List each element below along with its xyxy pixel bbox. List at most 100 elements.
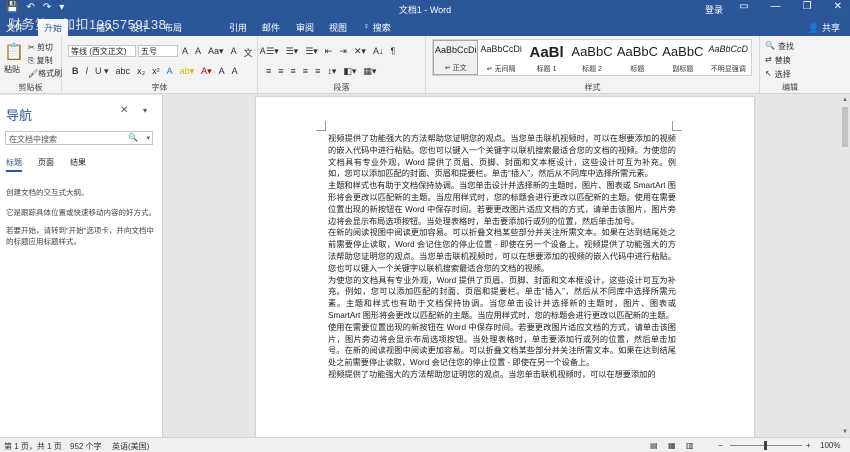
document-paragraph[interactable]: 视频提供了功能强大的方法帮助您证明您的观点。当您单击联机视频时，可以在想要添加的 bbox=[328, 369, 676, 381]
zoom-out-icon[interactable]: − bbox=[718, 441, 723, 450]
tab-8[interactable]: 审阅 bbox=[296, 21, 314, 34]
zoom-level[interactable]: 100% bbox=[820, 441, 840, 450]
nav-search-input[interactable]: 在文档中搜索 🔍 ▾ bbox=[5, 131, 153, 145]
grow-font-icon[interactable]: A bbox=[182, 46, 188, 59]
style-item[interactable]: AaBl 标题 1 bbox=[524, 40, 569, 75]
share-button[interactable]: 👤 共享 bbox=[808, 21, 840, 34]
shading-icon[interactable]: ◧▾ bbox=[343, 66, 356, 77]
style-sample: AaBbC bbox=[571, 44, 613, 59]
chinese-layout-icon[interactable]: ✕▾ bbox=[354, 46, 366, 57]
nav-tab[interactable]: 标题 bbox=[6, 157, 22, 172]
replace-button[interactable]: ⇄ 替换 bbox=[765, 55, 791, 66]
search-icon[interactable]: 🔍 bbox=[128, 133, 138, 142]
subscript-icon[interactable]: x₂ bbox=[137, 66, 145, 77]
scroll-down-icon[interactable]: ▼ bbox=[842, 429, 848, 435]
nav-tab[interactable]: 结果 bbox=[70, 157, 86, 172]
align-left-icon[interactable]: ≡ bbox=[266, 66, 271, 77]
style-item[interactable]: AaBbC 标题 bbox=[615, 40, 660, 75]
paste-button[interactable]: 粘贴 bbox=[4, 64, 20, 75]
line-spacing-icon[interactable]: ↕▾ bbox=[327, 66, 336, 77]
style-item[interactable]: AaBbCcD 不明显强调 bbox=[706, 40, 751, 75]
numbering-icon[interactable]: ☰▾ bbox=[286, 46, 299, 57]
sort-icon[interactable]: A↓ bbox=[373, 46, 384, 57]
enclose-char-icon[interactable]: A bbox=[232, 66, 238, 77]
change-case-icon[interactable]: Aa▾ bbox=[208, 46, 224, 59]
font-name-combo[interactable]: 等线 (西文正文) bbox=[68, 45, 136, 57]
web-layout-icon[interactable]: ▥ bbox=[686, 441, 694, 450]
restore-icon[interactable]: ❐ bbox=[803, 1, 812, 12]
document-paragraph[interactable]: 在新的阅读视图中阅读更加容易。可以折叠文档某些部分并关注所需文本。如果在达到结尾… bbox=[328, 227, 676, 274]
tab-6[interactable]: 引用 bbox=[229, 21, 247, 34]
scroll-thumb[interactable] bbox=[842, 107, 848, 147]
paste-icon[interactable]: 📋 bbox=[4, 42, 24, 62]
status-bar: 第 1 页，共 1 页 952 个字 英语(美国) ▤ ▦ ▥ − + 100% bbox=[0, 437, 850, 452]
navigation-pane: 导航 ▾ ✕ 在文档中搜索 🔍 ▾ 标题 页面 结果 创建文档的交互式大纲。 它是跟踪… bbox=[0, 95, 163, 437]
cut-button[interactable]: ✂ 剪切 bbox=[28, 42, 53, 53]
superscript-icon[interactable]: x² bbox=[152, 66, 160, 77]
document-paragraph[interactable]: 视频提供了功能强大的方法帮助您证明您的观点。当您单击联机视频时，可以在想要添加的… bbox=[328, 133, 676, 180]
nav-tab[interactable]: 页面 bbox=[38, 157, 54, 172]
format-painter-button[interactable]: 🖌格式刷 bbox=[28, 68, 62, 79]
document-paragraph[interactable]: 主题和样式也有助于文档保持协调。当您单击设计并选择新的主题时，图片、图表或 Sm… bbox=[328, 180, 676, 227]
language[interactable]: 英语(美国) bbox=[112, 441, 149, 452]
phonetic-icon[interactable]: 文 bbox=[244, 46, 253, 59]
tab-9[interactable]: 视图 bbox=[329, 21, 347, 34]
borders-icon[interactable]: ▦▾ bbox=[363, 66, 376, 77]
navigation-title: 导航 bbox=[6, 108, 33, 123]
font-color-icon[interactable]: A▾ bbox=[201, 66, 212, 77]
bullets-icon[interactable]: ☰▾ bbox=[266, 46, 279, 57]
justify-icon[interactable]: ≡ bbox=[303, 66, 308, 77]
copy-button[interactable]: ⎘ 复制 bbox=[28, 55, 53, 66]
show-marks-icon[interactable]: ¶ bbox=[390, 46, 395, 57]
text-effects-icon[interactable]: A bbox=[167, 66, 173, 77]
tab-5[interactable]: 布局 bbox=[164, 21, 182, 34]
style-item[interactable]: AaBbC 标题 2 bbox=[569, 40, 614, 75]
vertical-scrollbar[interactable]: ▲ ▼ bbox=[840, 95, 850, 437]
chevron-down-icon[interactable]: ▾ bbox=[146, 134, 150, 142]
close-icon[interactable]: ✕ bbox=[834, 1, 842, 12]
page-count[interactable]: 第 1 页，共 1 页 bbox=[4, 441, 62, 452]
find-button[interactable]: 🔍 查找 bbox=[765, 41, 794, 52]
clear-format-icon[interactable]: A bbox=[231, 46, 237, 59]
scissors-icon: ✂ bbox=[28, 43, 37, 52]
bold-icon[interactable]: B bbox=[72, 66, 79, 77]
distribute-icon[interactable]: ≡ bbox=[315, 66, 320, 77]
login-button[interactable]: 登录 bbox=[705, 3, 723, 16]
read-mode-icon[interactable]: ▤ bbox=[650, 441, 658, 450]
document-body[interactable]: 视频提供了功能强大的方法帮助您证明您的观点。当您单击联机视频时，可以在想要添加的… bbox=[328, 133, 676, 381]
italic-icon[interactable]: I bbox=[86, 66, 89, 77]
increase-indent-icon[interactable]: ⇥ bbox=[339, 46, 347, 57]
document-page[interactable]: 视频提供了功能强大的方法帮助您证明您的观点。当您单击联机视频时，可以在想要添加的… bbox=[256, 97, 754, 437]
paragraph-row2: ≡ ≡ ≡ ≡ ≡ ↕▾ ◧▾ ▦▾ bbox=[266, 66, 376, 77]
shrink-font-icon[interactable]: A bbox=[195, 46, 201, 59]
font-size-combo[interactable]: 五号 bbox=[138, 45, 178, 57]
print-layout-icon[interactable]: ▦ bbox=[668, 441, 676, 450]
underline-icon[interactable]: U ▾ bbox=[95, 66, 109, 77]
style-item[interactable]: AaBbCcDi ↵ 正文 bbox=[433, 40, 479, 75]
multilevel-icon[interactable]: ☰▾ bbox=[305, 46, 318, 57]
zoom-in-icon[interactable]: + bbox=[806, 441, 811, 450]
scroll-up-icon[interactable]: ▲ bbox=[842, 97, 848, 103]
ribbon-display-icon[interactable]: ▭ bbox=[739, 1, 748, 12]
tab-7[interactable]: 邮件 bbox=[262, 21, 280, 34]
word-count[interactable]: 952 个字 bbox=[70, 441, 102, 452]
minimize-icon[interactable]: — bbox=[771, 1, 781, 12]
document-paragraph[interactable]: 使用在需要位置出现的新按钮在 Word 中保存时间。若要更改图片适应文档的方式，… bbox=[328, 322, 676, 369]
style-item[interactable]: AaBbCcDi ↵ 无间隔 bbox=[478, 40, 523, 75]
align-center-icon[interactable]: ≡ bbox=[278, 66, 283, 77]
highlight-icon[interactable]: ab▾ bbox=[180, 66, 195, 77]
zoom-slider-knob[interactable] bbox=[764, 441, 767, 450]
tell-me-search[interactable]: ♀ 搜索 bbox=[363, 21, 391, 34]
find-label: 查找 bbox=[777, 42, 794, 51]
close-icon[interactable]: ✕ bbox=[120, 105, 128, 116]
nav-options-icon[interactable]: ▾ bbox=[143, 106, 147, 115]
style-item[interactable]: AaBbC 副标题 bbox=[660, 40, 705, 75]
char-shading-icon[interactable]: A bbox=[219, 66, 225, 77]
decrease-indent-icon[interactable]: ⇤ bbox=[325, 46, 333, 57]
crop-mark bbox=[672, 121, 682, 131]
align-right-icon[interactable]: ≡ bbox=[291, 66, 296, 77]
font-group-label: 字体 bbox=[151, 83, 168, 92]
document-paragraph[interactable]: 为使您的文档具有专业外观，Word 提供了页眉、页脚、封面和文本框设计，这些设计… bbox=[328, 275, 676, 322]
strikethrough-icon[interactable]: abc bbox=[116, 66, 131, 77]
select-button[interactable]: ↖ 选择 bbox=[765, 69, 791, 80]
